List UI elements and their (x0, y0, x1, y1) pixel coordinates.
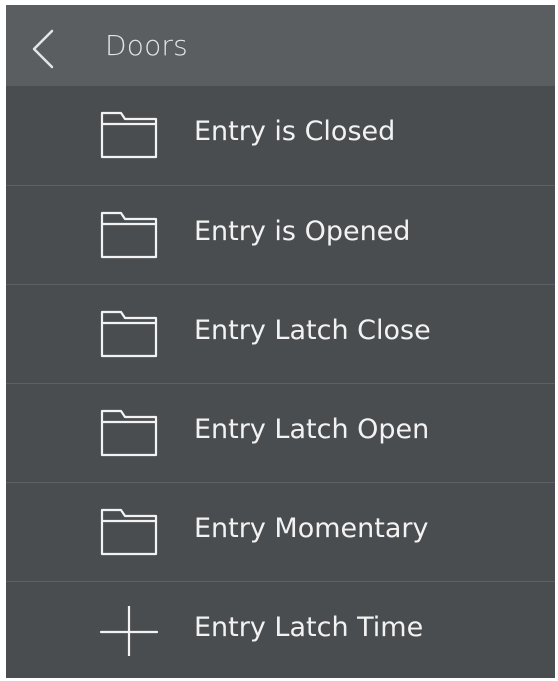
list-item-label: Entry Latch Close (194, 315, 431, 346)
chevron-left-icon (32, 29, 54, 69)
list-item-label: Entry is Opened (194, 216, 411, 247)
list-item-entry-latch-close[interactable]: Entry Latch Close (6, 284, 555, 383)
doors-panel: Doors Entry is Closed Entry is Opened En… (6, 5, 555, 678)
list-item-entry-momentary[interactable]: Entry Momentary (6, 482, 555, 581)
folder-icon (99, 408, 159, 458)
folder-icon (99, 210, 159, 260)
list-item-entry-is-opened[interactable]: Entry is Opened (6, 185, 555, 284)
list-item-entry-is-closed[interactable]: Entry is Closed (6, 86, 555, 185)
folder-icon (99, 309, 159, 359)
plus-icon (99, 606, 159, 656)
list-item-label: Entry Momentary (194, 513, 429, 544)
header-bar: Doors (6, 5, 555, 86)
list-item-entry-latch-open[interactable]: Entry Latch Open (6, 383, 555, 482)
page-title: Doors (105, 29, 188, 62)
list-item-label: Entry Latch Time (194, 612, 424, 643)
item-list: Entry is Closed Entry is Opened Entry La… (6, 86, 555, 678)
list-item-entry-latch-time[interactable]: Entry Latch Time (6, 581, 555, 680)
back-button[interactable] (24, 27, 64, 71)
folder-icon (99, 110, 159, 160)
list-item-label: Entry Latch Open (194, 414, 430, 445)
folder-icon (99, 507, 159, 557)
list-item-label: Entry is Closed (194, 116, 396, 147)
